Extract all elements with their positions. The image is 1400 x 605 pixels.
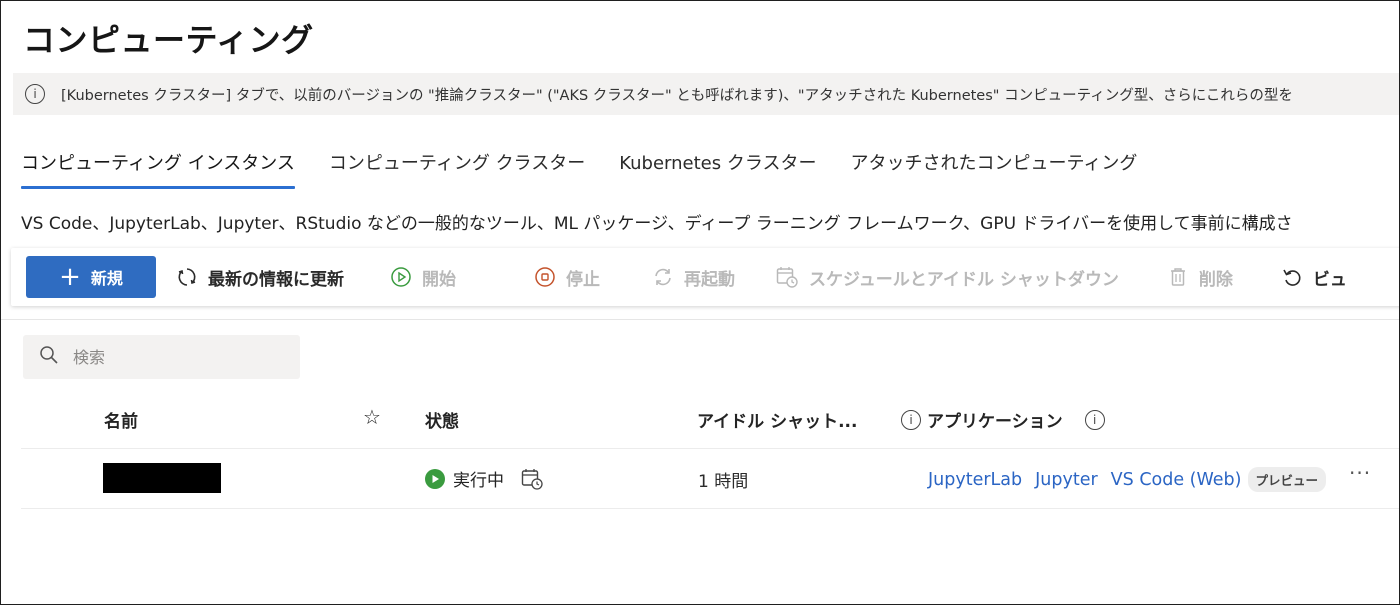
stop-button[interactable]: 停止 bbox=[534, 265, 600, 290]
restart-icon bbox=[652, 266, 674, 288]
refresh-button[interactable]: 最新の情報に更新 bbox=[176, 265, 344, 290]
info-icon[interactable]: i bbox=[1084, 409, 1105, 430]
restart-label: 再起動 bbox=[684, 269, 735, 290]
play-circle-icon bbox=[390, 266, 412, 288]
restart-button[interactable]: 再起動 bbox=[652, 265, 735, 290]
state-text: 実行中 bbox=[453, 471, 504, 491]
info-icon[interactable]: i bbox=[901, 409, 921, 430]
toolbar-divider bbox=[1, 319, 1399, 320]
refresh-icon bbox=[176, 266, 198, 288]
view-label: ビュ bbox=[1312, 269, 1347, 290]
running-status-icon bbox=[425, 468, 445, 489]
state-cell: 実行中 bbox=[425, 466, 544, 491]
start-label: 開始 bbox=[422, 269, 456, 290]
jupyter-link[interactable]: Jupyter bbox=[1035, 470, 1098, 490]
column-header-idle-shutdown[interactable]: アイドル シャット... bbox=[697, 407, 857, 432]
tab-description: VS Code、JupyterLab、Jupyter、RStudio などの一般… bbox=[21, 214, 1293, 234]
delete-label: 削除 bbox=[1198, 269, 1233, 290]
apps-cell: JupyterLab Jupyter VS Code (Web) プレビュー bbox=[928, 467, 1327, 492]
info-icon: i bbox=[25, 84, 45, 104]
jupyterlab-link[interactable]: JupyterLab bbox=[928, 470, 1022, 490]
refresh-label: 最新の情報に更新 bbox=[208, 269, 344, 290]
view-button[interactable]: ビュ bbox=[1281, 265, 1347, 290]
info-banner-text: [Kubernetes クラスター] タブで、以前のバージョンの "推論クラスタ… bbox=[61, 87, 1293, 104]
column-header-state[interactable]: 状態 bbox=[425, 407, 459, 432]
calendar-clock-icon bbox=[775, 265, 799, 289]
delete-button[interactable]: 削除 bbox=[1167, 265, 1233, 290]
compute-tabs: コンピューティング インスタンス コンピューティング クラスター Kuberne… bbox=[21, 141, 1171, 191]
start-button[interactable]: 開始 bbox=[390, 265, 456, 290]
vscode-web-link[interactable]: VS Code (Web) bbox=[1111, 470, 1242, 490]
tab-kubernetes-clusters[interactable]: Kubernetes クラスター bbox=[619, 141, 816, 191]
trash-icon bbox=[1167, 266, 1189, 288]
search-icon bbox=[39, 345, 59, 369]
row-divider bbox=[21, 508, 1399, 509]
schedule-icon[interactable] bbox=[520, 467, 544, 491]
header-row-divider bbox=[21, 448, 1399, 449]
preview-badge: プレビュー bbox=[1247, 467, 1327, 492]
plus-icon: + bbox=[59, 262, 81, 292]
search-input[interactable] bbox=[73, 347, 273, 367]
info-banner: i [Kubernetes クラスター] タブで、以前のバージョンの "推論クラ… bbox=[13, 73, 1399, 115]
new-button-label: 新規 bbox=[90, 269, 123, 288]
undo-icon bbox=[1281, 266, 1303, 288]
idle-shutdown-cell: 1 時間 bbox=[698, 472, 749, 492]
page-title: コンピューティング bbox=[23, 21, 314, 59]
schedule-shutdown-label: スケジュールとアイドル シャットダウン bbox=[809, 269, 1119, 290]
schedule-shutdown-button[interactable]: スケジュールとアイドル シャットダウン bbox=[775, 265, 1119, 290]
redacted-instance-name[interactable] bbox=[103, 463, 221, 493]
tab-compute-clusters[interactable]: コンピューティング クラスター bbox=[329, 141, 585, 191]
stop-circle-icon bbox=[534, 266, 556, 288]
tab-compute-instances[interactable]: コンピューティング インスタンス bbox=[21, 141, 295, 191]
column-header-apps-label: アプリケーション bbox=[927, 412, 1063, 432]
tab-attached-compute[interactable]: アタッチされたコンピューティング bbox=[850, 141, 1137, 191]
new-button[interactable]: + 新規 bbox=[26, 256, 156, 298]
compute-page: コンピューティング i [Kubernetes クラスター] タブで、以前のバー… bbox=[0, 0, 1400, 605]
search-box[interactable] bbox=[23, 335, 300, 379]
more-options-icon[interactable]: ··· bbox=[1349, 461, 1371, 485]
favorite-star-icon[interactable]: ☆ bbox=[363, 405, 381, 429]
command-bar: + 新規 最新の情報に更新 開始 停止 再起動 スケジュールとアイドル シャット… bbox=[11, 248, 1399, 306]
column-header-name[interactable]: 名前 bbox=[104, 407, 138, 432]
stop-label: 停止 bbox=[566, 269, 600, 290]
column-header-apps[interactable]: i アプリケーション i bbox=[901, 407, 1105, 432]
